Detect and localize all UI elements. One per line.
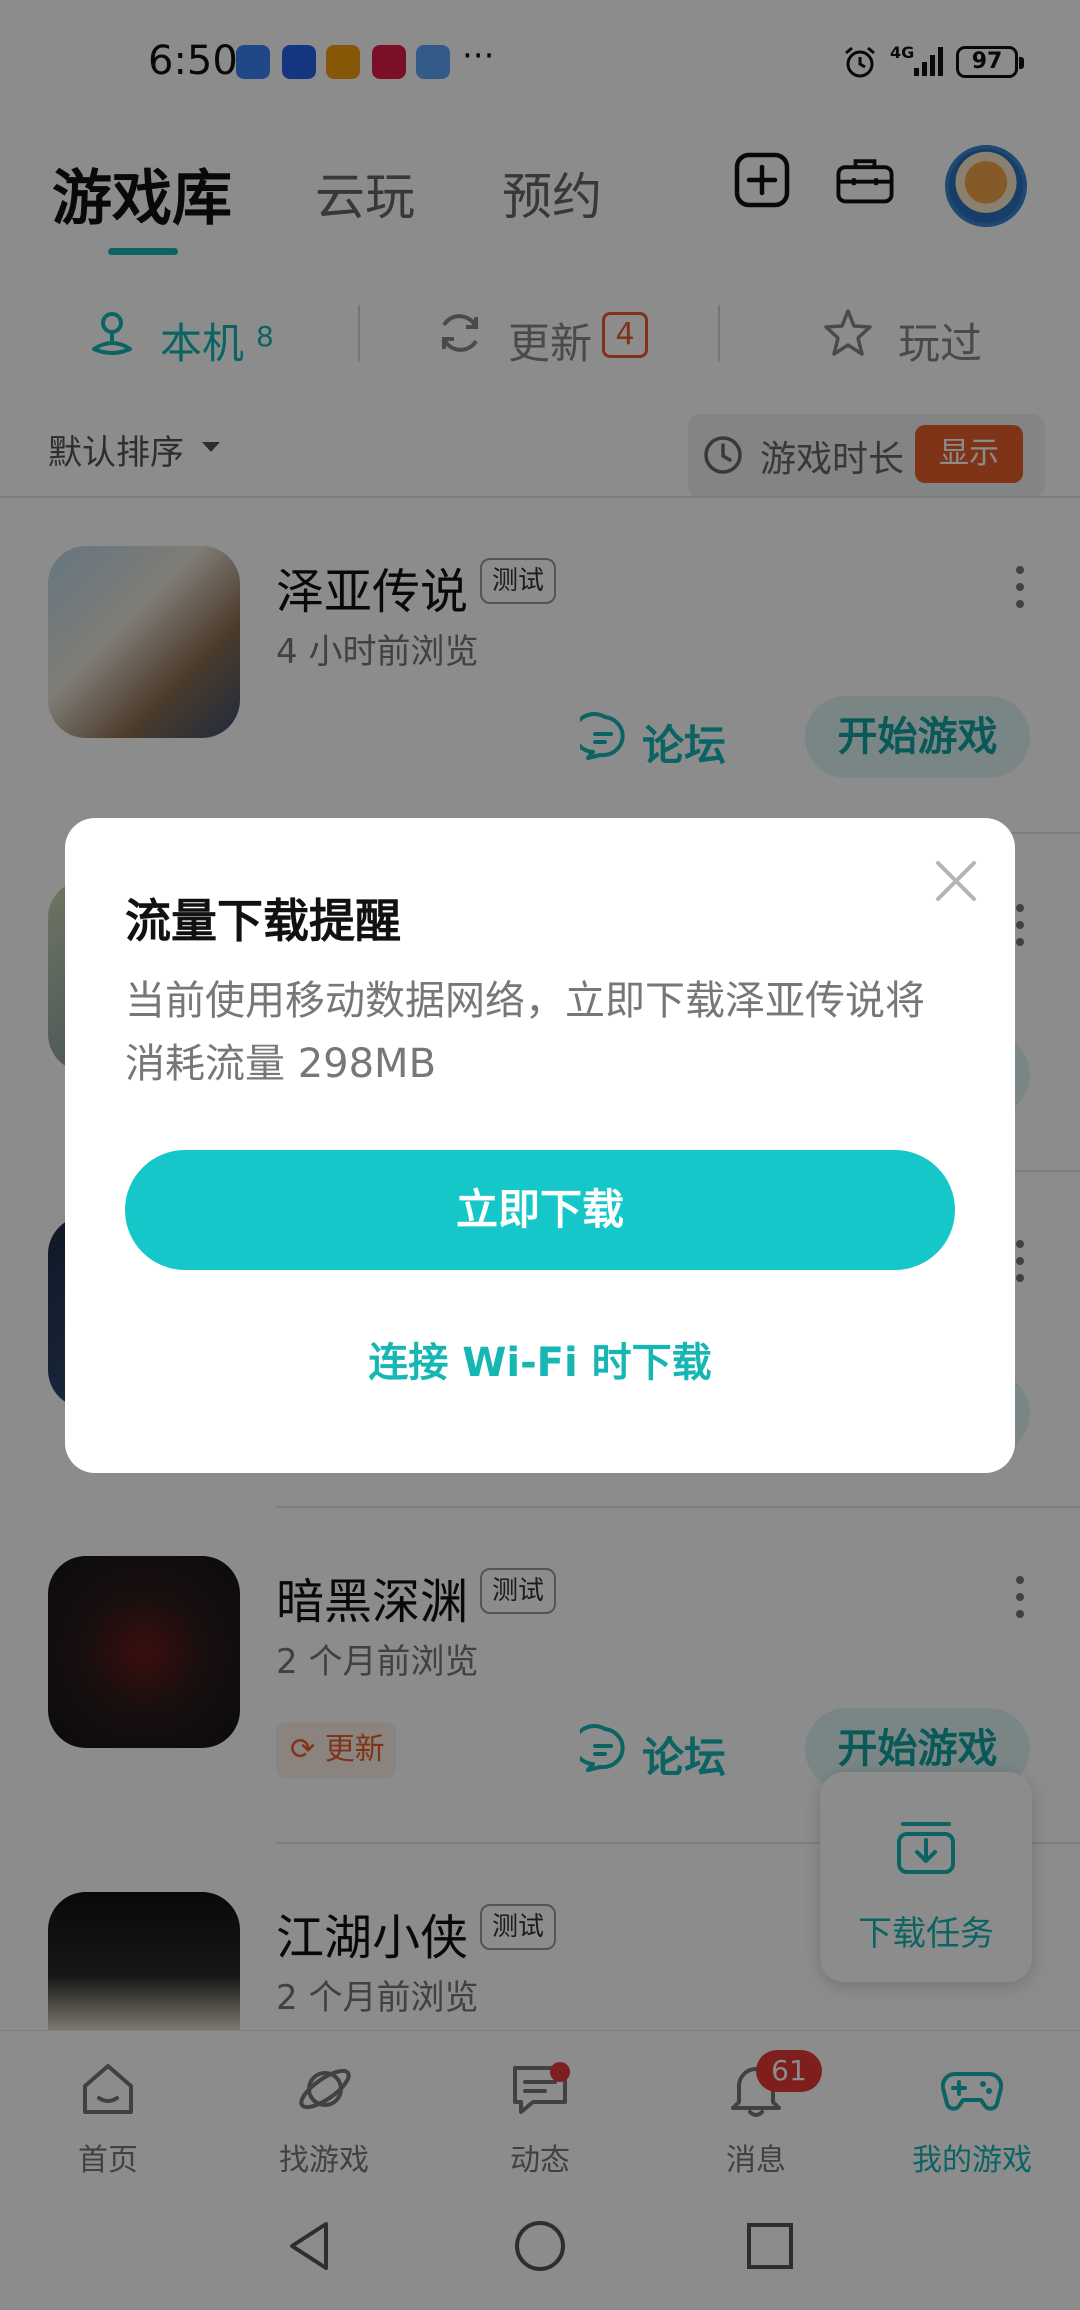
close-icon[interactable] [930,855,982,907]
dialog-title: 流量下载提醒 [125,894,401,948]
download-now-button[interactable]: 立即下载 [125,1150,955,1270]
dialog-message: 当前使用移动数据网络，立即下载泽亚传说将消耗流量 298MB [125,978,925,1087]
download-on-wifi-button[interactable]: 连接 Wi-Fi 时下载 [125,1330,955,1388]
